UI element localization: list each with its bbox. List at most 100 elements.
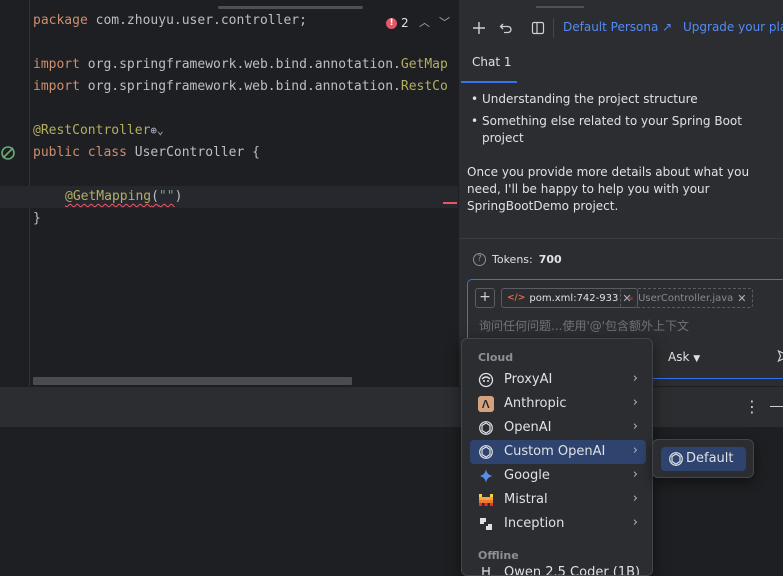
horizontal-scrollbar[interactable] (33, 377, 352, 385)
submenu-item-label: Default (686, 451, 734, 466)
next-error-icon[interactable]: ﹀ (439, 14, 450, 30)
add-context-button[interactable]: + (475, 288, 495, 308)
token-counter: ? Tokens: 700 (473, 251, 562, 267)
code-line-import-restcontroller[interactable]: import org.springframework.web.bind.anno… (33, 76, 448, 98)
code-text: } (33, 211, 41, 226)
code-line-package[interactable]: package com.zhouyu.user.controller; (33, 10, 307, 32)
openai-icon (478, 420, 494, 436)
upgrade-plan-link[interactable]: Upgrade your plan (683, 20, 783, 34)
divider (459, 238, 783, 239)
anthropic-icon (478, 396, 494, 412)
plus-icon[interactable] (469, 14, 489, 42)
minimize-icon[interactable] (770, 406, 783, 407)
tab-label: Chat 1 (472, 55, 512, 69)
menu-item-label: Inception (504, 516, 565, 531)
code-file-icon: </> (507, 293, 526, 303)
tool-window-header (0, 387, 783, 427)
chevron-right-icon: › (632, 491, 638, 506)
more-options-icon[interactable]: ⋮ (744, 397, 760, 416)
code-line-import-getmapping[interactable]: import org.springframework.web.bind.anno… (33, 54, 448, 76)
external-link-icon: ↗ (662, 20, 673, 34)
menu-item-custom-openai[interactable]: Custom OpenAI › (470, 440, 646, 464)
code-text: org.springframework.web.bind.annotation. (79, 79, 401, 94)
openai-icon (668, 451, 684, 467)
menu-item-label: ProxyAI (504, 372, 553, 387)
keyword: package (33, 13, 88, 28)
editor-top-scroll-indicator (218, 6, 363, 9)
code-line-getmapping[interactable]: @GetMapping("") (65, 186, 182, 208)
annotation: @RestController (33, 123, 151, 138)
menu-item-label: Custom OpenAI (504, 444, 606, 459)
help-icon[interactable]: ? (473, 252, 486, 266)
code-text: ) (174, 189, 183, 204)
provider-dropdown[interactable]: Cloud ProxyAI › Anthropic › OpenAI › Cus… (461, 338, 653, 576)
group-label-cloud: Cloud (478, 351, 514, 364)
menu-item-anthropic[interactable]: Anthropic › (470, 392, 646, 416)
keyword: class (87, 145, 127, 160)
error-count: 2 (401, 16, 409, 30)
chevron-right-icon: › (632, 419, 638, 434)
message-bullet: Something else related to your Spring Bo… (467, 113, 779, 147)
code-line-restcontroller[interactable]: @RestController⊕⌄ (33, 120, 164, 142)
default-persona-link[interactable]: Default Persona ↗ (563, 20, 672, 34)
menu-item-inception[interactable]: Inception › (470, 512, 646, 536)
code-text: ( (151, 189, 159, 204)
menu-item-label: Anthropic (504, 396, 567, 411)
code-text: UserController { (126, 145, 260, 160)
chevron-right-icon: › (632, 515, 638, 530)
code-text: com.zhouyu.user.controller; (87, 13, 307, 28)
code-text: org.springframework.web.bind.annotation. (79, 57, 401, 72)
send-icon[interactable] (777, 349, 783, 366)
error-icon: ! (386, 17, 397, 29)
keyword: public (33, 145, 80, 160)
menu-item-google[interactable]: Google › (470, 464, 646, 488)
spring-bean-icon[interactable] (0, 145, 16, 161)
mode-select[interactable]: Ask ▼ (668, 350, 700, 364)
code-class-name: GetMap (400, 57, 448, 72)
code-line-class-decl[interactable]: public class UserController { (33, 142, 260, 164)
mistral-icon (478, 492, 494, 508)
error-count-indicator[interactable]: ! 2 (386, 14, 409, 32)
code-class-name: RestCo (400, 79, 448, 94)
tab-chat-1[interactable]: Chat 1 (459, 45, 519, 83)
assistant-message: Understanding the project structure Some… (467, 91, 779, 215)
submenu-item-default[interactable]: Default (661, 447, 746, 471)
code-line-close-brace[interactable]: } (33, 208, 41, 230)
chevron-right-icon: › (632, 395, 638, 410)
split-panel-icon[interactable] (528, 14, 548, 42)
keyword: import (33, 79, 80, 94)
context-chip-usercontroller[interactable]: ☕ UserController.java ✕ (620, 288, 753, 308)
proxyai-icon (478, 372, 494, 388)
menu-item-mistral[interactable]: Mistral › (470, 488, 646, 512)
tokens-value: 700 (538, 252, 562, 266)
google-gemini-icon (478, 468, 494, 484)
annotation: @GetMapping (65, 189, 152, 204)
tokens-label: Tokens: (492, 252, 533, 266)
previous-error-icon[interactable]: ︿ (419, 14, 430, 30)
menu-item-label: Google (504, 468, 550, 483)
menu-item-openai[interactable]: OpenAI › (470, 416, 646, 440)
menu-item-proxyai[interactable]: ProxyAI › (470, 368, 646, 392)
chat-panel: Default Persona ↗ Upgrade your plan Chat… (458, 0, 783, 386)
web-endpoint-icon[interactable]: ⊕⌄ (150, 124, 163, 137)
remove-chip-icon[interactable]: ✕ (737, 292, 746, 305)
menu-item-offline-model[interactable]: Qwen 2.5 Coder (1B) (470, 565, 646, 575)
context-chip-pom[interactable]: </> pom.xml:742-933 ✕ (501, 288, 638, 308)
string-literal: "" (158, 189, 175, 204)
undo-icon[interactable] (496, 14, 516, 42)
menu-item-label: Mistral (504, 492, 548, 507)
menu-item-label: OpenAI (504, 420, 552, 435)
keyword: import (33, 57, 80, 72)
dropdown-arrow-icon: ▼ (693, 354, 701, 364)
chevron-right-icon: › (632, 443, 638, 458)
inception-icon (478, 516, 494, 532)
code-editor[interactable]: package com.zhouyu.user.controller; impo… (0, 0, 458, 386)
chevron-right-icon: › (632, 467, 638, 482)
chat-input[interactable]: 询问任何问题...使用'@'包含额外上下文 (479, 317, 779, 334)
error-stripe-mark[interactable] (443, 202, 457, 204)
chat-toolbar: Default Persona ↗ Upgrade your plan (459, 14, 783, 42)
llama-icon (478, 565, 494, 575)
menu-item-label: Qwen 2.5 Coder (1B) (504, 565, 641, 575)
custom-openai-submenu[interactable]: Default (652, 439, 754, 478)
openai-icon (478, 444, 494, 460)
